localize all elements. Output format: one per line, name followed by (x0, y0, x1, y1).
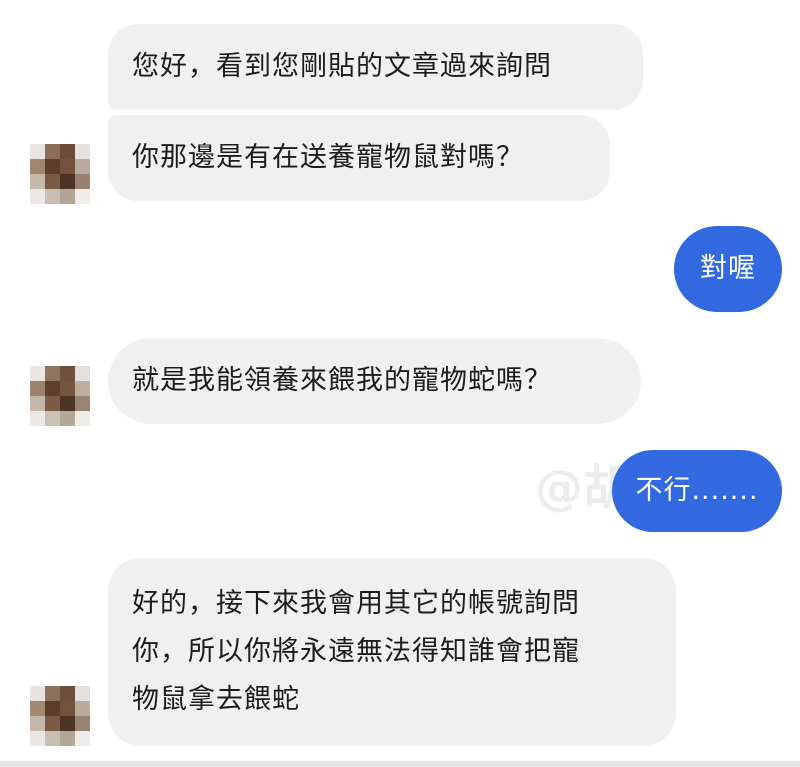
outgoing-message[interactable]: 不行....... (612, 450, 782, 532)
incoming-message[interactable]: 你那邊是有在送養寵物鼠對嗎？ (108, 115, 610, 201)
message-text: 就是我能領養來餵我的寵物蛇嗎？ (132, 365, 552, 396)
pixelated-avatar-icon[interactable] (30, 686, 90, 746)
pixelated-avatar-icon[interactable] (30, 144, 90, 204)
message-text: 不行....... (635, 475, 759, 506)
incoming-message[interactable]: 好的，接下來我會用其它的帳號詢問 你，所以你將永遠無法得知誰會把寵 物鼠拿去餵蛇 (108, 558, 676, 746)
message-text-line: 物鼠拿去餵蛇 (132, 684, 300, 715)
message-text-line: 好的，接下來我會用其它的帳號詢問 (132, 588, 580, 619)
incoming-message[interactable]: 您好，看到您剛貼的文章過來詢問 (108, 24, 643, 110)
incoming-message[interactable]: 就是我能領養來餵我的寵物蛇嗎？ (108, 338, 641, 424)
divider (0, 761, 800, 767)
chat-thread: @胡蘿蔔 @胡蘿蔔 您好，看到您剛貼的文章過來詢問 你那邊是有在送養寵物鼠對嗎？… (0, 0, 800, 767)
message-text: 你那邊是有在送養寵物鼠對嗎？ (132, 142, 524, 173)
message-text: 對喔 (700, 253, 756, 284)
pixelated-avatar-icon[interactable] (30, 366, 90, 426)
message-text-line: 你，所以你將永遠無法得知誰會把寵 (132, 636, 580, 667)
message-text: 您好，看到您剛貼的文章過來詢問 (132, 51, 552, 82)
outgoing-message[interactable]: 對喔 (674, 226, 782, 312)
